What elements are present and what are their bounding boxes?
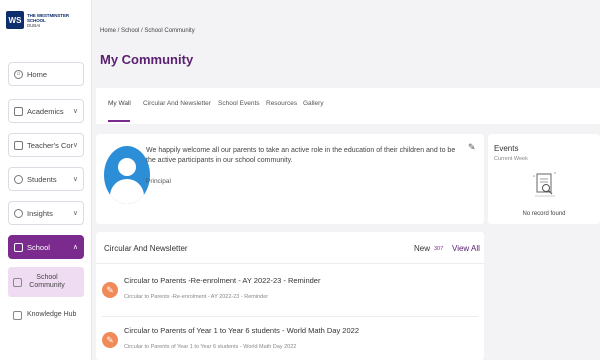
new-count-badge: 307 (434, 246, 444, 252)
tab-school-events[interactable]: School Events (218, 100, 260, 107)
tab-circular-and-newsletter[interactable]: Circular And Newsletter (143, 100, 211, 107)
wall-signature: Principal (146, 178, 171, 185)
sidebar-item-home[interactable]: ⌂ Home (8, 62, 84, 86)
chevron-up-icon: ∧ (72, 244, 78, 251)
chevron-down-icon: ∨ (72, 210, 78, 217)
list-item[interactable]: ✎ Circular to Parents of Year 1 to Year … (102, 320, 478, 360)
sidebar-subitem-knowledge-hub[interactable]: Knowledge Hub (8, 308, 84, 322)
sidebar-item-academics[interactable]: Academics ∨ (8, 99, 84, 123)
circular-subtitle: Circular to Parents of Year 1 to Year 6 … (124, 344, 297, 350)
students-icon (14, 174, 23, 184)
active-tab-indicator (108, 120, 130, 122)
tab-gallery[interactable]: Gallery (303, 100, 324, 107)
sidebar-item-students[interactable]: Students ∨ (8, 167, 84, 191)
empty-document-icon (533, 172, 556, 197)
pin-icon: ✎ (102, 282, 118, 298)
circulars-title: Circular And Newsletter (104, 244, 188, 253)
tab-bar: My Wall Circular And Newsletter School E… (96, 88, 600, 124)
view-all-link[interactable]: View All (452, 244, 480, 253)
circular-subtitle: Circular to Parents -Re-enrolment - AY 2… (124, 294, 269, 300)
sidebar-subitem-school-community[interactable]: School Community (8, 267, 84, 297)
wall-card: We happily welcome all our parents to ta… (96, 134, 484, 224)
sidebar-item-teachers-corner[interactable]: Teacher's Corner ∨ (8, 133, 84, 157)
circular-title: Circular to Parents of Year 1 to Year 6 … (124, 326, 359, 335)
chevron-down-icon: ∨ (72, 142, 78, 149)
home-icon: ⌂ (14, 69, 23, 79)
events-title: Events (494, 144, 519, 153)
new-label: New (414, 244, 431, 253)
knowledge-icon (13, 310, 22, 320)
community-icon (13, 277, 22, 287)
circulars-card: Circular And Newsletter New 307 View All… (96, 232, 484, 360)
events-subtitle: Current Week (494, 156, 528, 162)
chevron-down-icon: ∨ (72, 176, 78, 183)
breadcrumb[interactable]: Home / School / School Community (100, 28, 195, 34)
avatar (104, 146, 150, 204)
book-icon (14, 106, 23, 116)
school-logo[interactable]: WS THE WESTMINSTER SCHOOL DUBAI (0, 0, 91, 40)
tab-resources[interactable]: Resources (266, 100, 297, 107)
pencil-icon[interactable]: ✎ (468, 142, 476, 153)
divider (96, 263, 484, 264)
logo-name: THE WESTMINSTER SCHOOL (27, 12, 69, 23)
list-item[interactable]: ✎ Circular to Parents -Re-enrolment - AY… (102, 270, 478, 314)
tab-my-wall[interactable]: My Wall (108, 100, 131, 107)
pin-icon: ✎ (102, 332, 118, 348)
events-empty-state: No record found (522, 211, 566, 217)
page-title: My Community (100, 52, 194, 67)
events-card: Events Current Week No record found (488, 134, 600, 224)
wall-message: We happily welcome all our parents to ta… (146, 147, 456, 164)
divider (102, 316, 478, 317)
logo-badge: WS (6, 11, 24, 29)
school-icon (14, 242, 23, 252)
insights-icon (14, 208, 23, 218)
sidebar-item-school[interactable]: School ∧ (8, 235, 84, 259)
logo-location: DUBAI (27, 22, 41, 28)
circular-title: Circular to Parents -Re-enrolment - AY 2… (124, 276, 321, 285)
sidebar-item-insights[interactable]: Insights ∨ (8, 201, 84, 225)
teacher-icon (14, 140, 23, 150)
chevron-down-icon: ∨ (72, 108, 78, 115)
